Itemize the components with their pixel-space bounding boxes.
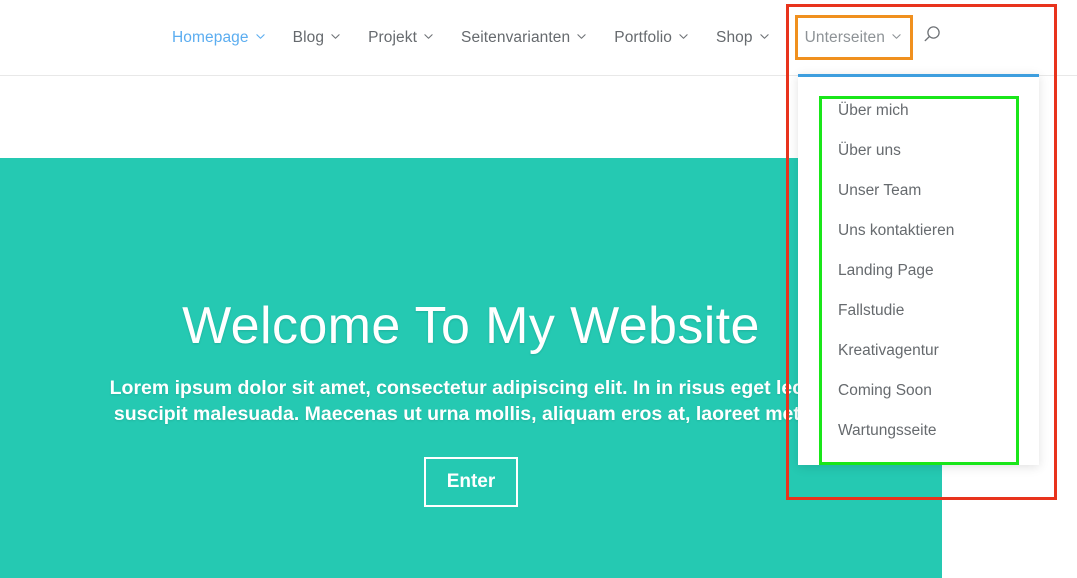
dropdown-item-wartungsseite[interactable]: Wartungsseite [798,411,1039,451]
dropdown-item-uns-kontaktieren[interactable]: Uns kontaktieren [798,211,1039,251]
search-button[interactable] [919,25,945,51]
dropdown-item-unser-team[interactable]: Unser Team [798,171,1039,211]
nav-item-label: Portfolio [614,28,673,46]
nav-item-unterseiten[interactable]: Unterseiten [805,29,901,47]
dropdown-item-landing-page[interactable]: Landing Page [798,251,1039,291]
dropdown-item-kreativagentur[interactable]: Kreativagentur [798,331,1039,371]
nav-item-projekt[interactable]: Projekt [368,29,433,47]
enter-button[interactable]: Enter [424,457,518,508]
nav-item-label: Unterseiten [804,28,885,46]
chevron-down-icon [759,32,769,41]
nav-item-blog[interactable]: Blog [293,29,340,47]
nav-item-seitenvarianten[interactable]: Seitenvarianten [461,29,586,47]
dropdown-item-fallstudie[interactable]: Fallstudie [798,291,1039,331]
unterseiten-dropdown-menu: Über mich Über uns Unser Team Uns kontak… [798,74,1039,465]
nav-item-shop[interactable]: Shop [716,29,769,47]
dropdown-item-uber-mich[interactable]: Über mich [798,91,1039,131]
site-header: Homepage Blog Projekt Seitenvarianten Po… [0,0,1077,76]
main-navigation: Homepage Blog Projekt Seitenvarianten Po… [0,0,945,75]
nav-item-label: Seitenvarianten [461,28,571,46]
dropdown-item-coming-soon[interactable]: Coming Soon [798,371,1039,411]
chevron-down-icon [892,32,901,41]
chevron-down-icon [577,32,586,41]
search-icon [921,24,943,51]
nav-item-homepage[interactable]: Homepage [172,29,265,47]
nav-item-label: Projekt [368,28,418,46]
chevron-down-icon [256,32,265,41]
nav-item-label: Shop [716,28,753,46]
dropdown-item-uber-uns[interactable]: Über uns [798,131,1039,171]
chevron-down-icon [424,32,433,41]
nav-item-portfolio[interactable]: Portfolio [614,29,688,47]
nav-item-label: Blog [292,28,325,46]
nav-item-label: Homepage [172,28,249,46]
hero-subtitle: Lorem ipsum dolor sit amet, consectetur … [109,377,833,425]
page-root: Welcome To My Website Lorem ipsum dolor … [0,0,1077,578]
chevron-down-icon [679,32,688,41]
chevron-down-icon [331,32,340,41]
